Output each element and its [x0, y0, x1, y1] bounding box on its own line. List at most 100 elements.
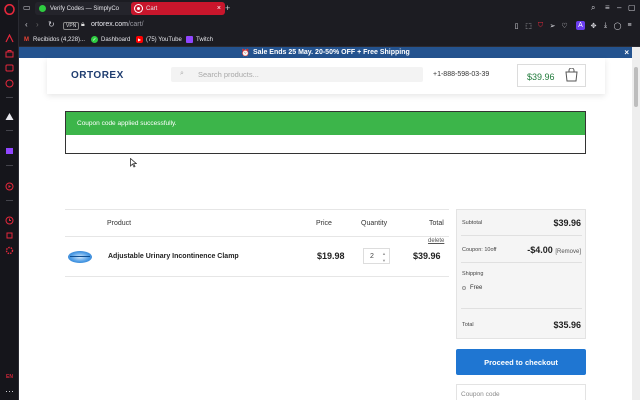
- settings-icon[interactable]: [4, 245, 15, 256]
- mouse-cursor-icon: [130, 157, 138, 170]
- cart-table-header: Product Price Quantity Total: [65, 209, 449, 237]
- url-host: ortorex.com: [91, 21, 128, 28]
- downloads-icon[interactable]: ⤓: [601, 21, 610, 30]
- bookmark-twitch[interactable]: Twitch: [186, 36, 213, 43]
- bag-icon[interactable]: [4, 48, 15, 59]
- promo-text: Sale Ends 25 May. 20-50% OFF + Free Ship…: [252, 49, 410, 56]
- tab-menu-icon[interactable]: ▭: [23, 3, 31, 12]
- bookmark-gmail[interactable]: M Recibidos (4,228)...: [23, 36, 85, 43]
- delete-link[interactable]: delete: [428, 238, 444, 244]
- column-quantity: Quantity: [361, 220, 388, 227]
- shopping-bag-icon: [565, 68, 578, 82]
- maximize-icon[interactable]: ▢: [628, 3, 636, 12]
- url-field[interactable]: ortorex.com/cart/: [91, 21, 144, 28]
- search-tabs-icon[interactable]: ⌕: [591, 3, 595, 13]
- alarm-clock-icon: ⏰: [241, 49, 250, 57]
- tab-title: Cart: [146, 5, 158, 12]
- reload-icon[interactable]: ↻: [48, 20, 55, 29]
- opera-icon: [135, 5, 142, 12]
- search-icon[interactable]: ⌕: [180, 70, 184, 78]
- twitch-icon[interactable]: [4, 146, 15, 157]
- notice-message: Coupon code applied successfully.: [66, 112, 585, 135]
- radio-icon[interactable]: [462, 286, 466, 290]
- send-icon[interactable]: ➢: [548, 21, 557, 30]
- product-thumbnail[interactable]: [68, 251, 92, 263]
- row-total: $39.96: [413, 251, 441, 261]
- decrement-icon[interactable]: ▼: [382, 258, 386, 263]
- header-cart-button[interactable]: $39.96: [517, 64, 586, 87]
- browser-sidebar: EN ···: [0, 0, 19, 400]
- puzzle-icon[interactable]: ✥: [589, 21, 598, 30]
- lock-icon[interactable]: 🔒︎: [81, 21, 85, 29]
- bookmark-dashboard[interactable]: ✓ Dashboard: [91, 36, 130, 43]
- minimize-icon[interactable]: –: [617, 3, 621, 12]
- phone-number[interactable]: +1-888-598-03-39: [433, 71, 489, 78]
- whatsapp-icon[interactable]: [4, 78, 15, 89]
- bookmark-label: Dashboard: [101, 36, 131, 43]
- product-price: $19.98: [317, 251, 345, 261]
- address-bar: ‹ › ↻ VPN 🔒︎ ortorex.com/cart/ ▯ ⬚ ⛉ ➢ ♡…: [19, 17, 640, 34]
- tab-title: Verify Codes — SimplyCo: [50, 5, 120, 12]
- promo-banner: ⏰ Sale Ends 25 May. 20-50% OFF + Free Sh…: [19, 47, 632, 58]
- language-badge[interactable]: EN: [4, 372, 15, 383]
- close-tab-icon[interactable]: ×: [217, 5, 221, 12]
- bookmark-youtube[interactable]: ▶ (75) YouTube: [136, 36, 182, 43]
- total-label: Total: [462, 322, 474, 328]
- check-circle-icon: ✓: [91, 36, 98, 43]
- player-icon[interactable]: [4, 181, 15, 192]
- heart-icon[interactable]: ♡: [560, 21, 569, 30]
- scrollbar-thumb[interactable]: [634, 67, 638, 107]
- shipping-option-label: Free: [470, 285, 483, 291]
- workspace-icon[interactable]: [4, 111, 15, 122]
- forward-icon[interactable]: ›: [36, 20, 39, 29]
- column-total: Total: [429, 220, 444, 227]
- youtube-icon: ▶: [136, 36, 143, 43]
- order-summary: Subtotal $39.96 Coupon: 10off -$4.00 [Re…: [456, 209, 586, 339]
- coupon-code-input[interactable]: [461, 389, 571, 399]
- subtotal-label: Subtotal: [462, 220, 483, 226]
- back-icon[interactable]: ‹: [25, 20, 28, 29]
- proceed-to-checkout-button[interactable]: Proceed to checkout: [456, 349, 586, 375]
- site-header: ORTOREX ⌕ +1-888-598-03-39 $39.96: [47, 58, 605, 94]
- easy-setup-icon[interactable]: ≡: [605, 3, 610, 12]
- increment-icon[interactable]: ▲: [382, 251, 386, 256]
- quantity-stepper[interactable]: 2 ▲ ▼: [363, 248, 390, 264]
- vpn-badge[interactable]: VPN: [63, 22, 80, 30]
- quantity-value[interactable]: 2: [370, 253, 374, 260]
- menu-icon[interactable]: ≡: [625, 21, 634, 30]
- bookmarks-bar: M Recibidos (4,228)... ✓ Dashboard ▶ (75…: [19, 34, 640, 47]
- messenger-icon[interactable]: [4, 63, 15, 74]
- subtotal-value: $39.96: [553, 218, 581, 228]
- more-icon[interactable]: ···: [4, 386, 15, 397]
- table-row: Adjustable Urinary Incontinence Clamp $1…: [65, 237, 449, 277]
- opera-logo-icon[interactable]: [4, 4, 15, 15]
- account-icon[interactable]: ◯: [613, 21, 622, 30]
- search-box: ⌕: [171, 67, 423, 82]
- coupon-success-notice: Coupon code applied successfully.: [65, 111, 586, 154]
- shipping-label: Shipping: [462, 271, 484, 277]
- aria-icon[interactable]: [4, 33, 15, 44]
- header-cart-total: $39.96: [527, 72, 555, 82]
- web-page: ⏰ Sale Ends 25 May. 20-50% OFF + Free Sh…: [19, 47, 632, 400]
- column-product: Product: [107, 220, 132, 227]
- promo-close-button[interactable]: ×: [624, 48, 629, 57]
- page-scrollbar[interactable]: [632, 47, 640, 400]
- shipping-option[interactable]: Free: [462, 285, 482, 291]
- twitch-icon: [186, 36, 193, 43]
- profile-icon[interactable]: A: [576, 21, 585, 30]
- tab-cart[interactable]: Cart ×: [131, 2, 225, 15]
- check-circle-icon: [39, 5, 46, 12]
- site-logo[interactable]: ORTOREX: [71, 70, 124, 81]
- new-tab-icon[interactable]: +: [225, 3, 230, 13]
- extensions-icon[interactable]: [4, 230, 15, 241]
- history-icon[interactable]: [4, 215, 15, 226]
- tab-strip: ▭ Verify Codes — SimplyCo Cart × + ⌕ ≡ –…: [19, 0, 640, 17]
- snapshot-icon[interactable]: ⬚: [524, 21, 533, 30]
- shield-icon[interactable]: ⛉: [536, 21, 545, 30]
- bookmark-label: Recibidos (4,228)...: [33, 36, 86, 43]
- search-input[interactable]: [198, 69, 408, 80]
- remove-coupon-link[interactable]: [Remove]: [555, 249, 581, 255]
- coupon-box: [456, 384, 586, 400]
- product-name[interactable]: Adjustable Urinary Incontinence Clamp: [108, 253, 239, 260]
- bookmark-icon[interactable]: ▯: [512, 21, 521, 30]
